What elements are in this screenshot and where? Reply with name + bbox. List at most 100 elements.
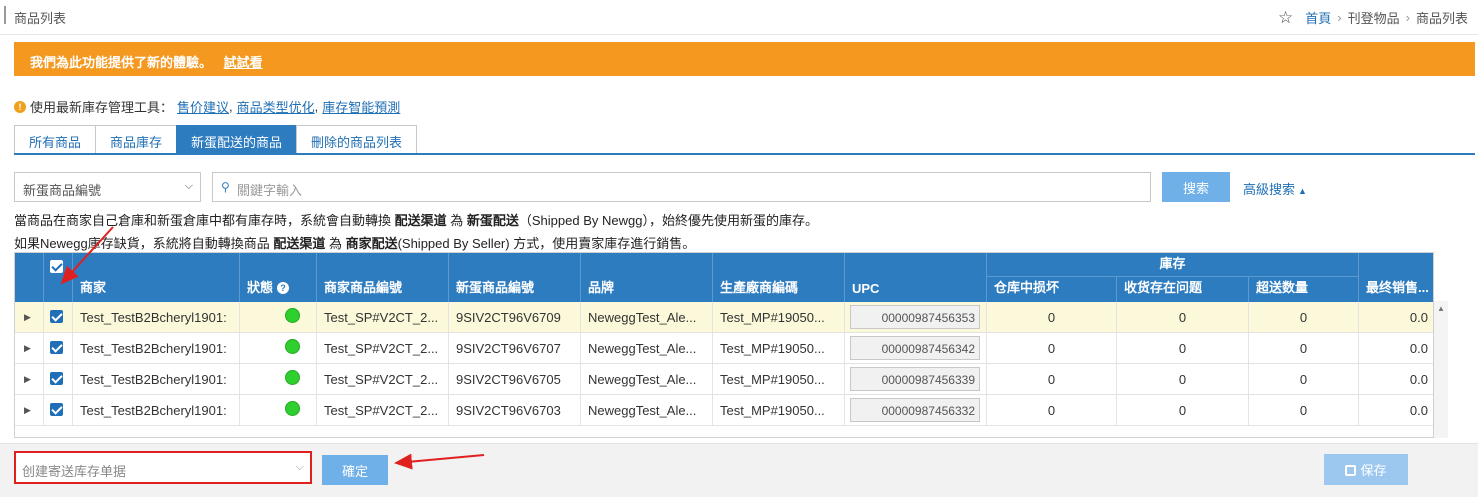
banner-try-link[interactable]: 試試看	[224, 55, 263, 70]
breadcrumb-current: 商品列表	[1415, 11, 1468, 26]
tab-all-items[interactable]: 所有商品	[14, 125, 97, 154]
tab-deleted-items[interactable]: 刪除的商品列表	[296, 125, 418, 154]
header-inventory-group: 庫存	[987, 253, 1359, 277]
tab-inventory[interactable]: 商品庫存	[95, 125, 178, 154]
header-seller-label: 商家	[80, 280, 107, 295]
table-row[interactable]: ▶ Test_TestB2Bcheryl1901: Test_SP#V2CT_2…	[15, 395, 1433, 426]
cell-mfr: Test_MP#19050...	[713, 333, 845, 364]
row-checkbox-cell	[44, 302, 73, 333]
header-seller[interactable]: 商家	[73, 253, 240, 302]
question-icon[interactable]: ?	[277, 282, 290, 294]
cell-last: 0.0	[1409, 403, 1428, 418]
advanced-search-label: 高級搜索	[1243, 182, 1296, 197]
table-row[interactable]: ▶ Test_TestB2Bcheryl1901: Test_SP#V2CT_2…	[15, 302, 1433, 333]
table-row[interactable]: ▶ Test_TestB2Bcheryl1901: Test_SP#V2CT_2…	[15, 333, 1433, 364]
header-over[interactable]: 超送数量	[1249, 277, 1359, 302]
header-damaged[interactable]: 仓库中损坏	[987, 277, 1117, 302]
table-row[interactable]: ▶ Test_TestB2Bcheryl1901: Test_SP#V2CT_2…	[15, 364, 1433, 395]
items-grid: 商家 狀態? 商家商品編號 新蛋商品編號 品牌 生產廠商編碼 UPC 庫存 仓库…	[14, 252, 1434, 438]
cell-damaged: 0	[987, 302, 1117, 333]
tool-link-price[interactable]: 售价建议	[177, 97, 229, 116]
cell-upc: 00000987456342	[845, 333, 987, 364]
row-expand-icon[interactable]: ▶	[15, 333, 44, 364]
row-checkbox[interactable]	[50, 403, 63, 416]
tab-newegg-fulfilled[interactable]: 新蛋配送的商品	[176, 125, 298, 154]
select-all-checkbox[interactable]	[50, 260, 63, 273]
tool-link-forecast[interactable]: 庫存智能預測	[322, 97, 400, 116]
info-icon: !	[14, 100, 26, 113]
header-seller-part-label: 商家商品編號	[324, 280, 403, 295]
cell-over: 0	[1249, 364, 1359, 395]
page-title: 商品列表	[14, 11, 67, 26]
grid-vertical-scrollbar[interactable]: ▲	[1434, 301, 1448, 438]
cell-damaged: 0	[987, 395, 1117, 426]
breadcrumb-listing[interactable]: 刊登物品	[1348, 8, 1400, 27]
header-divider	[0, 34, 1478, 35]
tools-label: 使用最新庫存管理工具：	[30, 100, 174, 115]
cell-mfr: Test_MP#19050...	[713, 364, 845, 395]
cell-newegg-item: 9SIV2CT96V6707	[449, 333, 581, 364]
header-expander	[15, 253, 44, 302]
search-icon: ⚲	[221, 180, 230, 194]
cell-mfr: Test_MP#19050...	[713, 302, 845, 333]
row-checkbox[interactable]	[50, 310, 63, 323]
row-expand-icon[interactable]: ▶	[15, 302, 44, 333]
note2-text-a: 如果Newegg庫存缺貨，系統將自動轉換商品	[14, 236, 274, 251]
tab-underline	[14, 153, 1475, 155]
note2-text-e: (Shipped By Seller) 方式，使用賣家庫存進行銷售。	[397, 236, 696, 251]
floppy-disk-icon	[1345, 465, 1357, 476]
cell-seller: Test_TestB2Bcheryl1901:	[73, 395, 240, 426]
row-checkbox[interactable]	[50, 372, 63, 385]
cell-brand: NeweggTest_Ale...	[581, 395, 713, 426]
header-damaged-label: 仓库中损坏	[994, 280, 1060, 295]
row-checkbox[interactable]	[50, 341, 63, 354]
row-checkbox-cell	[44, 364, 73, 395]
header-newegg-item[interactable]: 新蛋商品編號	[449, 253, 581, 302]
header-receiving[interactable]: 收货存在问题	[1117, 277, 1249, 302]
title-rule	[4, 6, 6, 24]
keyword-input[interactable]: ⚲ 關鍵字輸入	[212, 172, 1151, 202]
cell-receiving: 0	[1117, 333, 1249, 364]
cell-newegg-item: 9SIV2CT96V6705	[449, 364, 581, 395]
cell-mfr: Test_MP#19050...	[713, 395, 845, 426]
header-mfr-label: 生產廠商編碼	[720, 280, 799, 295]
cell-brand: NeweggTest_Ale...	[581, 333, 713, 364]
note1-text-a: 當商品在商家自己倉庫和新蛋倉庫中都有庫存時，系統會自動轉換	[14, 213, 395, 228]
confirm-button[interactable]: 確定	[322, 455, 388, 485]
header-mfr[interactable]: 生產廠商編碼	[713, 253, 845, 302]
note1-text-e: （Shipped By Newgg），始終優先使用新蛋的庫存。	[518, 213, 818, 228]
row-expand-icon[interactable]: ▶	[15, 395, 44, 426]
scroll-up-icon[interactable]: ▲	[1437, 304, 1445, 313]
cell-seller-part: Test_SP#V2CT_2...	[317, 395, 449, 426]
inventory-tools: ! 使用最新庫存管理工具： 售价建议, 商品类型优化, 庫存智能預測	[14, 97, 400, 116]
search-button[interactable]: 搜索	[1162, 172, 1230, 202]
breadcrumb: ☆ 首頁 › 刊登物品 › 商品列表	[1278, 8, 1468, 27]
breadcrumb-home[interactable]: 首頁	[1305, 8, 1331, 27]
note1-bold-channel: 配送渠道	[394, 213, 447, 228]
header-brand[interactable]: 品牌	[581, 253, 713, 302]
chevron-down-icon: ⌵	[184, 180, 193, 192]
tool-link-category[interactable]: 商品类型优化	[237, 97, 315, 116]
header-seller-part[interactable]: 商家商品編號	[317, 253, 449, 302]
save-button[interactable]: 保存	[1324, 454, 1408, 485]
top-bar: 商品列表 ☆ 首頁 › 刊登物品 › 商品列表	[0, 0, 1478, 34]
header-status[interactable]: 狀態?	[240, 253, 317, 302]
note2-text-c: 為	[325, 236, 346, 251]
cell-seller-part: Test_SP#V2CT_2...	[317, 302, 449, 333]
chevron-down-icon: ⌵	[295, 461, 304, 473]
grid-header: 商家 狀態? 商家商品編號 新蛋商品編號 品牌 生產廠商編碼 UPC 庫存 仓库…	[15, 253, 1433, 302]
cell-over: 0	[1249, 302, 1359, 333]
header-last[interactable]: 最终销售...	[1359, 253, 1433, 302]
star-icon[interactable]: ☆	[1278, 9, 1293, 26]
cell-newegg-item: 9SIV2CT96V6709	[449, 302, 581, 333]
action-select[interactable]: 创建寄送库存单据 ⌵	[14, 451, 312, 484]
header-brand-label: 品牌	[588, 280, 615, 295]
note1-bold-newegg: 新蛋配送	[466, 213, 519, 228]
search-row: 新蛋商品編號 ⌵ ⚲ 關鍵字輸入 搜索 高級搜索 ▲	[14, 172, 1475, 203]
cell-brand: NeweggTest_Ale...	[581, 302, 713, 333]
advanced-search-toggle[interactable]: 高級搜索 ▲	[1243, 179, 1307, 198]
search-field-select[interactable]: 新蛋商品編號 ⌵	[14, 172, 201, 202]
header-upc[interactable]: UPC	[845, 253, 987, 302]
row-expand-icon[interactable]: ▶	[15, 364, 44, 395]
cell-seller-part: Test_SP#V2CT_2...	[317, 333, 449, 364]
